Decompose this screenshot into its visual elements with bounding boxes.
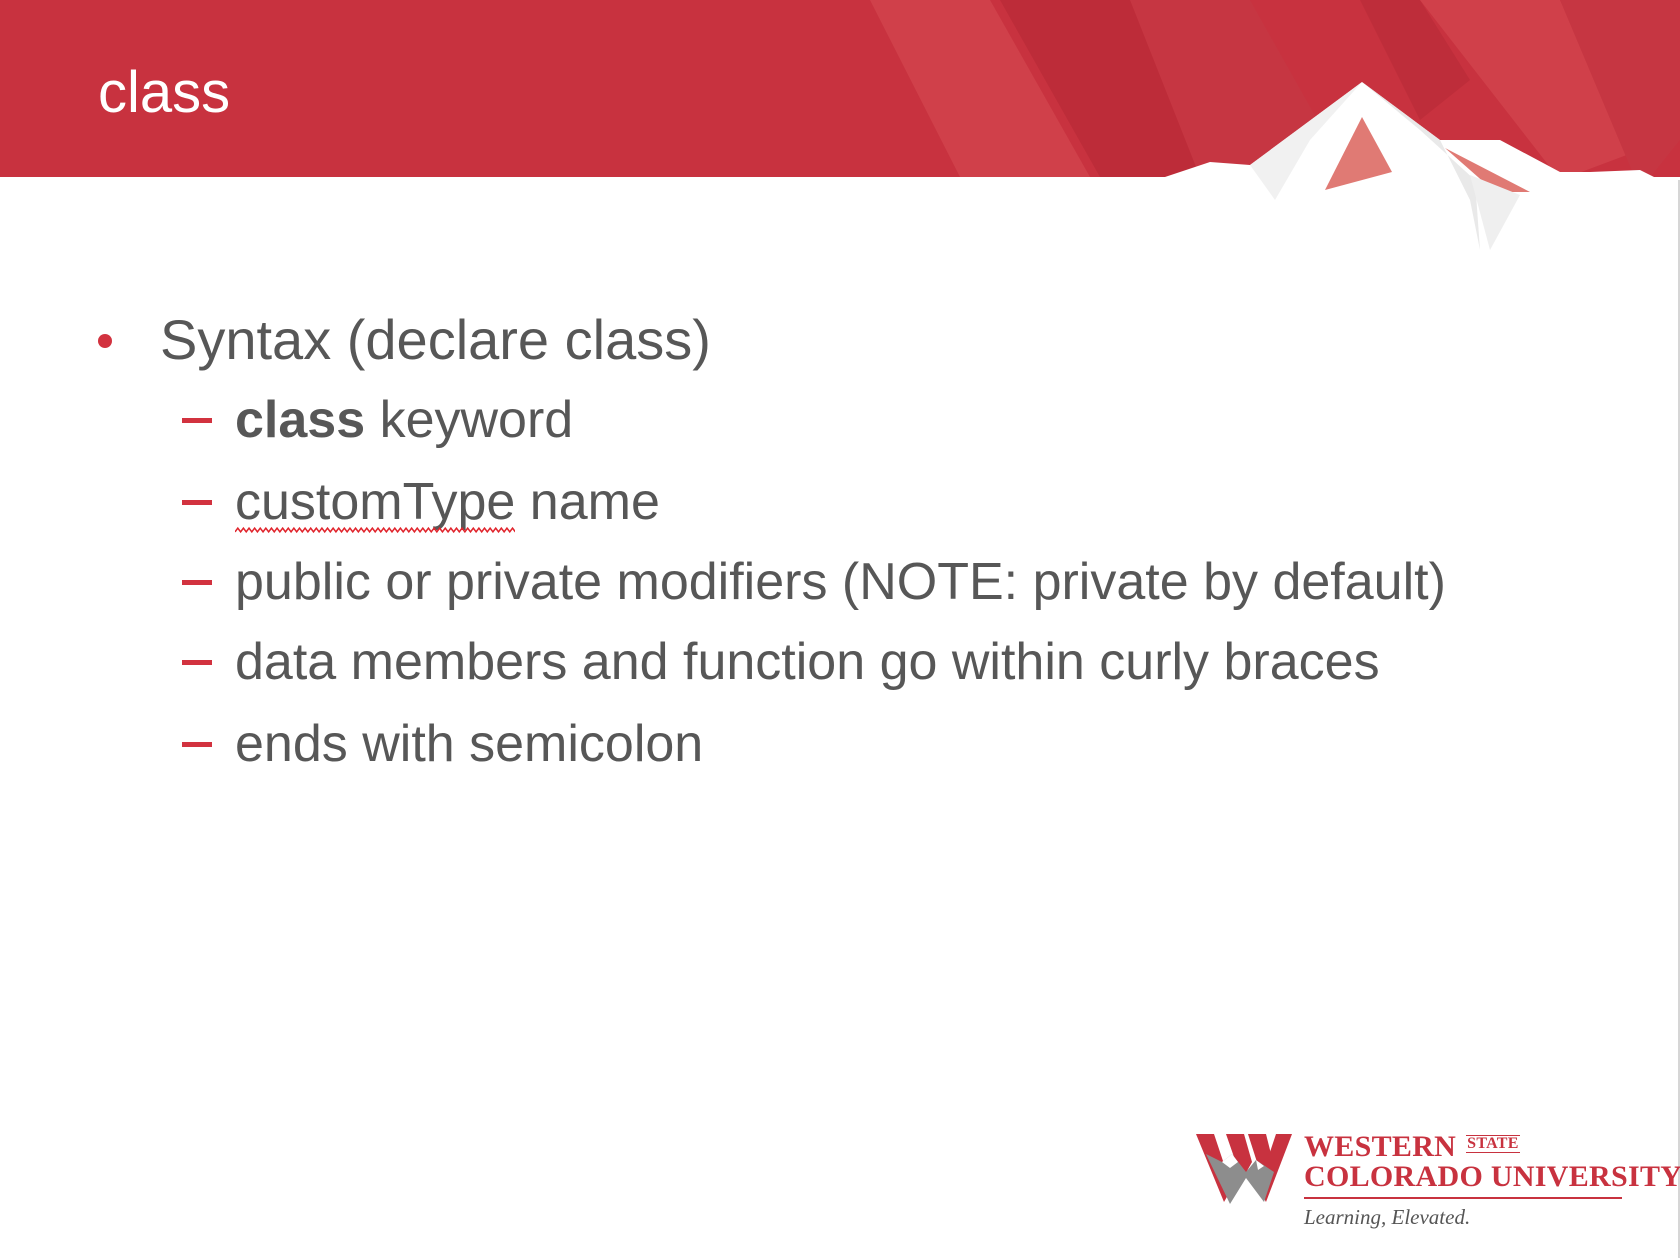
sub-item: public or private modifiers (NOTE: priva… [182, 542, 1582, 622]
dash-icon [182, 742, 212, 747]
sub-item: customType name [182, 462, 1582, 542]
dash-icon [182, 418, 212, 423]
dash-icon [182, 500, 212, 505]
logo-western-text: WESTERN [1304, 1130, 1457, 1163]
slide-title: class [98, 60, 231, 125]
sub-item-text: ends with semicolon [235, 715, 704, 773]
sub-item-text: public or private modifiers (NOTE: priva… [235, 553, 1446, 611]
logo-line-western: WESTERN STATE [1304, 1130, 1520, 1164]
logo-divider [1304, 1197, 1622, 1199]
bullet-dot-icon [98, 334, 112, 348]
sub-item-rest: name [515, 473, 660, 531]
sub-item-text: data members and function go within curl… [235, 633, 1380, 691]
university-logo: WESTERN STATE COLORADO UNIVERSITY Learnin… [1196, 1130, 1680, 1230]
bullet-text: Syntax (declare class) [160, 308, 711, 371]
spellcheck-underline-icon [235, 526, 516, 534]
dash-icon [182, 660, 212, 665]
keyword-bold: class [235, 391, 366, 449]
sub-item: class keyword [182, 380, 1582, 460]
spellcheck-word: customType [235, 462, 516, 542]
bullet-item: Syntax (declare class) [98, 300, 711, 380]
spellcheck-word-text: customType [235, 473, 516, 531]
logo-state-text: STATE [1466, 1135, 1520, 1153]
w-mountain-logo-icon [1196, 1134, 1292, 1204]
sub-item-rest: keyword [365, 391, 574, 449]
logo-tagline: Learning, Elevated. [1304, 1205, 1471, 1229]
header-banner [0, 0, 1680, 260]
dash-icon [182, 580, 212, 585]
sub-item-text: customType name [235, 462, 660, 542]
sub-item: ends with semicolon [182, 704, 1582, 784]
logo-line-colorado: COLORADO UNIVERSITY [1304, 1160, 1680, 1193]
sub-item-text: class keyword [235, 380, 573, 460]
sub-item: data members and function go within curl… [182, 622, 1582, 702]
